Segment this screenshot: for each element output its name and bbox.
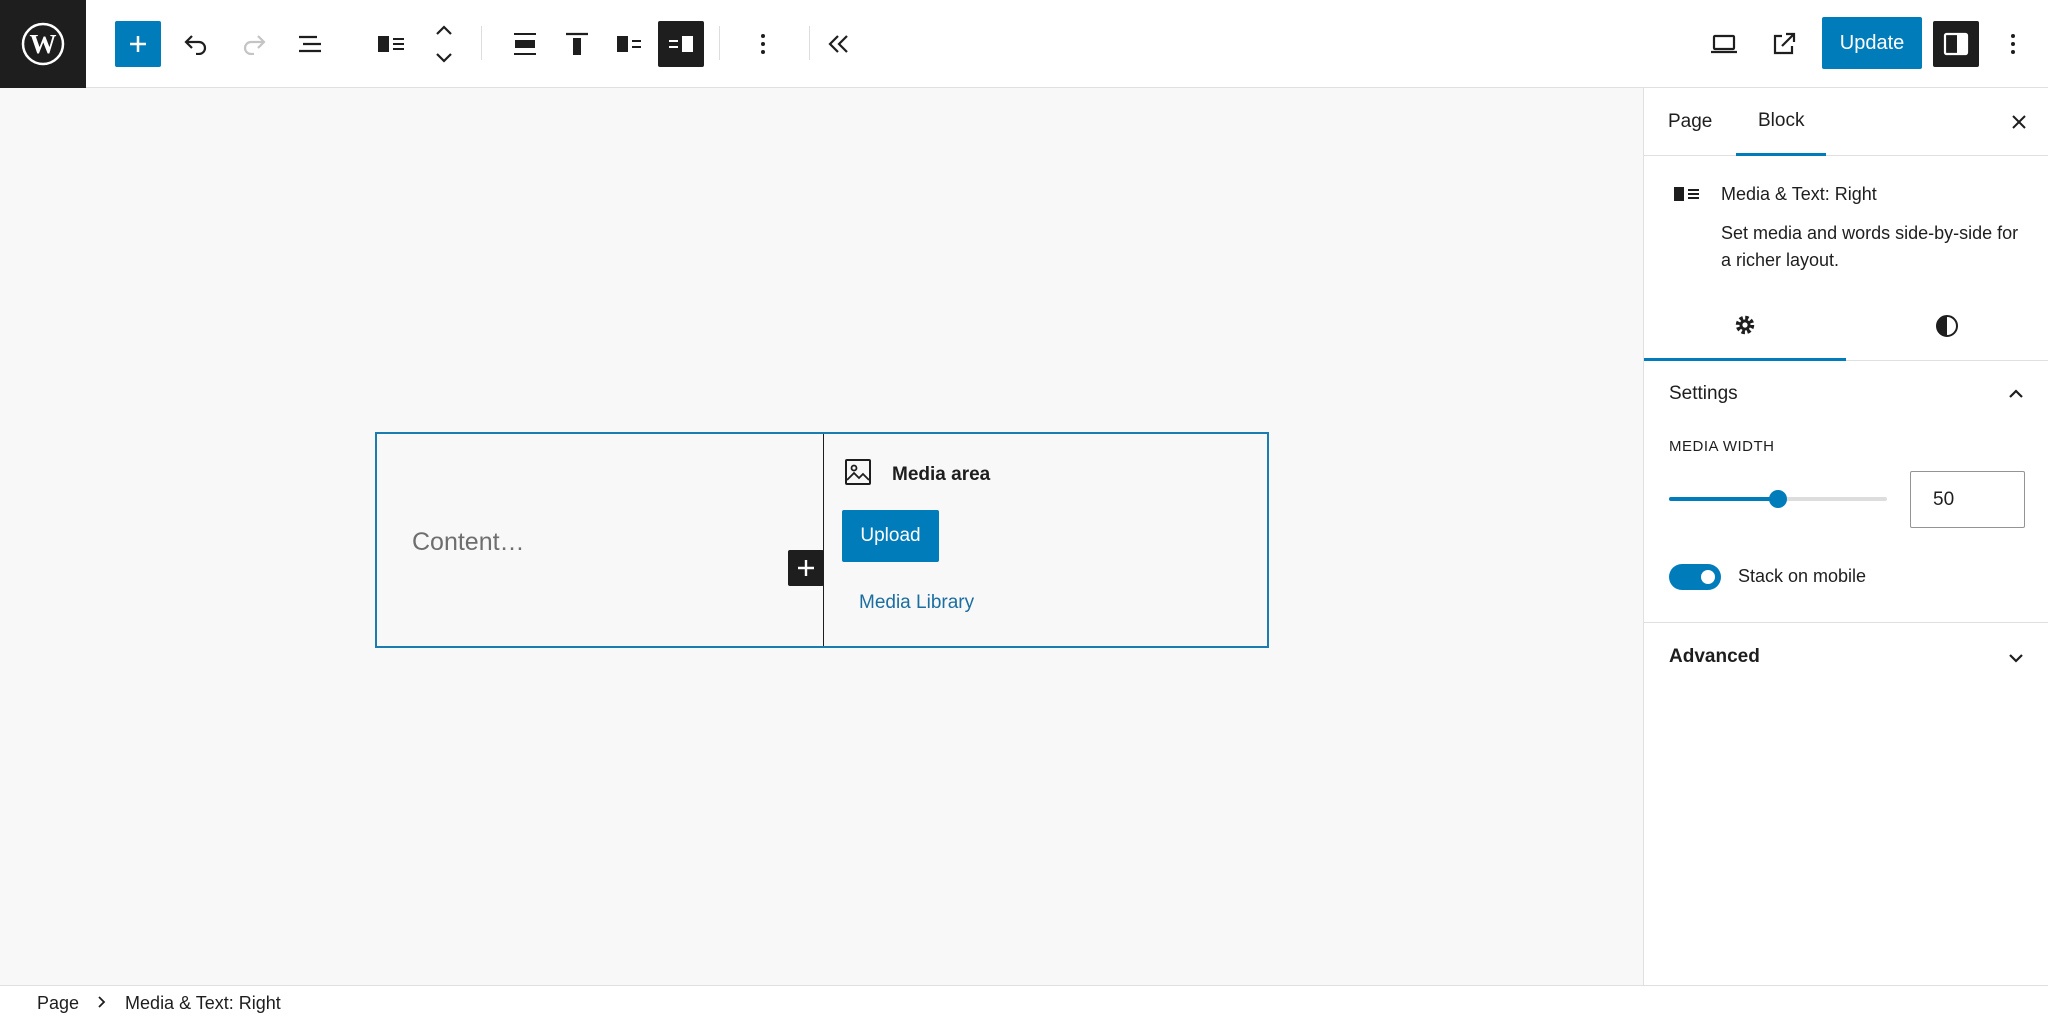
wordpress-logo-icon[interactable]: W <box>0 0 86 88</box>
settings-panel: Settings MEDIA WIDTH 50 Stack on mobile <box>1644 361 2048 623</box>
sidebar-icon[interactable] <box>1933 21 1979 67</box>
stack-on-mobile-label: Stack on mobile <box>1738 566 1867 586</box>
media-left-icon[interactable] <box>606 21 652 67</box>
block-description: Set media and words side-by-side for a r… <box>1721 223 2019 270</box>
tab-styles[interactable] <box>1846 296 2048 361</box>
block-card: Media & Text: Right Set media and words … <box>1644 156 2048 296</box>
slider-fill <box>1669 497 1778 501</box>
media-width-label: MEDIA WIDTH <box>1669 438 1775 455</box>
toggle-knob <box>1701 570 1715 584</box>
breadcrumb-item-page[interactable]: Page <box>37 993 79 1014</box>
tab-block[interactable]: Block <box>1736 88 1827 156</box>
chevron-up-icon[interactable] <box>2005 383 2027 405</box>
breadcrumb: Page Media & Text: Right <box>0 985 2048 1020</box>
sidebar-tabs: Page Block <box>1644 88 2048 156</box>
stack-on-mobile-toggle[interactable] <box>1669 564 1721 590</box>
plus-icon[interactable] <box>115 21 161 67</box>
settings-sidebar: Page Block Media & Text: Right Set media… <box>1643 88 2048 985</box>
top-toolbar: W Update <box>0 0 2048 88</box>
media-right-icon[interactable] <box>658 21 704 67</box>
collapse-icon[interactable] <box>816 21 862 67</box>
gear-icon <box>1732 312 1758 343</box>
content-column[interactable]: Content… <box>377 434 824 646</box>
block-title: Media & Text: Right <box>1721 184 1877 204</box>
media-width-input[interactable]: 50 <box>1910 471 2025 528</box>
media-text-icon[interactable] <box>368 21 414 67</box>
align-top-icon[interactable] <box>554 21 600 67</box>
toolbar-divider <box>719 26 720 60</box>
add-block-button[interactable] <box>788 550 824 586</box>
media-width-slider[interactable] <box>1669 490 1887 508</box>
chevron-down-icon[interactable] <box>2005 647 2027 669</box>
breadcrumb-item-block[interactable]: Media & Text: Right <box>125 993 281 1014</box>
image-icon <box>844 458 872 491</box>
move-updown-icon[interactable] <box>421 21 467 67</box>
settings-title[interactable]: Settings <box>1669 383 1738 405</box>
external-icon[interactable] <box>1761 21 1807 67</box>
toolbar-divider <box>481 26 482 60</box>
editor-canvas[interactable]: Content… Media area Upload Media Library <box>0 88 1643 985</box>
redo-icon[interactable] <box>231 21 277 67</box>
toolbar-divider <box>809 26 810 60</box>
advanced-title[interactable]: Advanced <box>1669 646 1760 668</box>
content-placeholder[interactable]: Content… <box>412 528 525 557</box>
tab-settings[interactable] <box>1644 296 1846 361</box>
undo-icon[interactable] <box>173 21 219 67</box>
chevron-right-icon <box>97 993 107 1014</box>
media-text-icon <box>1672 184 1702 211</box>
desktop-icon[interactable] <box>1701 21 1747 67</box>
media-text-block[interactable]: Content… Media area Upload Media Library <box>375 432 1269 648</box>
slider-thumb[interactable] <box>1769 490 1787 508</box>
update-button[interactable]: Update <box>1822 17 1922 69</box>
more-vertical-icon[interactable] <box>740 21 786 67</box>
upload-button[interactable]: Upload <box>842 510 939 562</box>
media-area-header: Media area <box>844 458 990 491</box>
media-area-label: Media area <box>892 463 991 485</box>
media-library-link[interactable]: Media Library <box>859 592 974 614</box>
close-icon[interactable] <box>2003 106 2035 138</box>
list-view-icon[interactable] <box>288 21 334 67</box>
inspector-subtabs <box>1644 296 2048 361</box>
advanced-panel[interactable]: Advanced <box>1644 623 2048 693</box>
align-wide-icon[interactable] <box>502 21 548 67</box>
svg-text:W: W <box>30 29 57 59</box>
contrast-icon <box>1934 313 1960 344</box>
options-icon[interactable] <box>1990 21 2036 67</box>
tab-page[interactable]: Page <box>1668 88 1712 156</box>
